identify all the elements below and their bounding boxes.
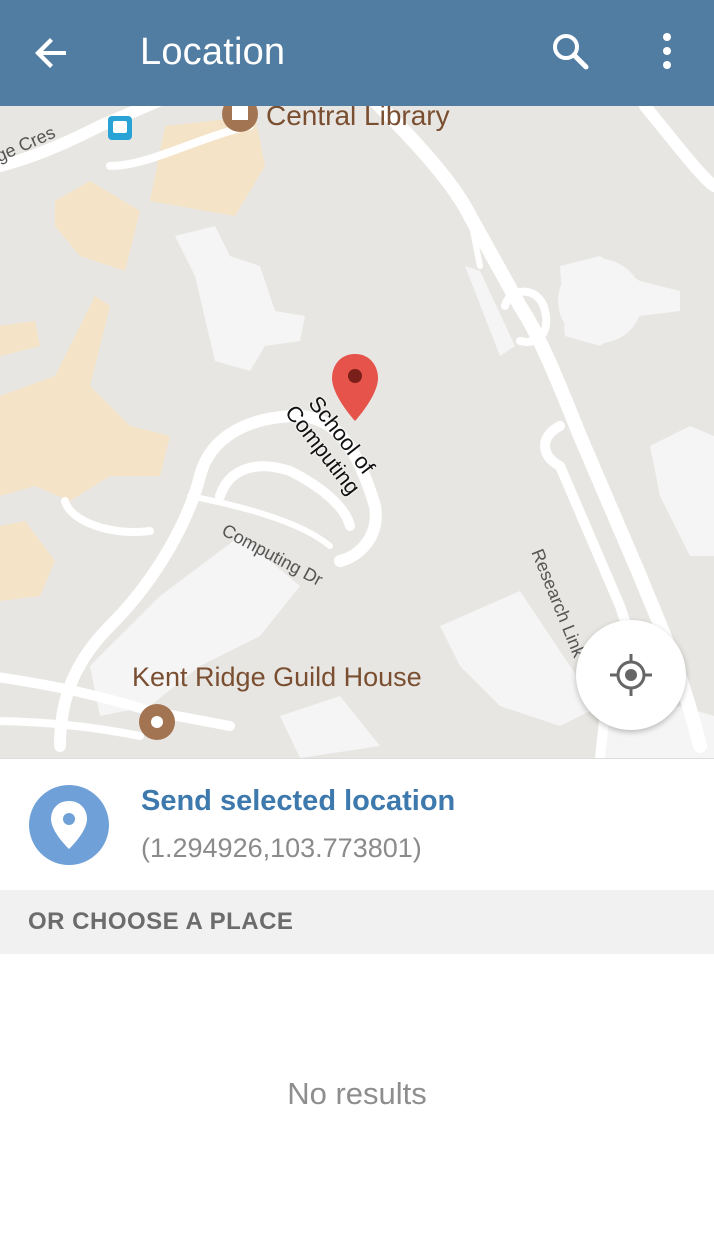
app-bar: Location	[0, 0, 714, 106]
arrow-left-icon[interactable]	[26, 27, 78, 79]
send-location-row[interactable]: Send selected location (1.294926,103.773…	[0, 758, 714, 891]
more-vertical-icon[interactable]	[645, 27, 689, 77]
section-header: OR CHOOSE A PLACE	[0, 890, 714, 954]
send-location-coords: (1.294926,103.773801)	[141, 833, 422, 863]
location-pin-icon	[29, 785, 109, 865]
map-view[interactable]: Central Library Kent Ridge Guild House g…	[0, 106, 714, 758]
send-location-title: Send selected location	[141, 785, 456, 817]
page-title: Location	[140, 31, 286, 73]
search-icon[interactable]	[546, 27, 596, 77]
map-label-guild-house: Kent Ridge Guild House	[132, 662, 422, 692]
crosshair-icon	[610, 654, 652, 696]
empty-results-text: No results	[287, 1076, 427, 1111]
my-location-button[interactable]	[576, 620, 686, 730]
map-label-library: Central Library	[266, 106, 450, 131]
section-header-label: OR CHOOSE A PLACE	[28, 908, 294, 935]
